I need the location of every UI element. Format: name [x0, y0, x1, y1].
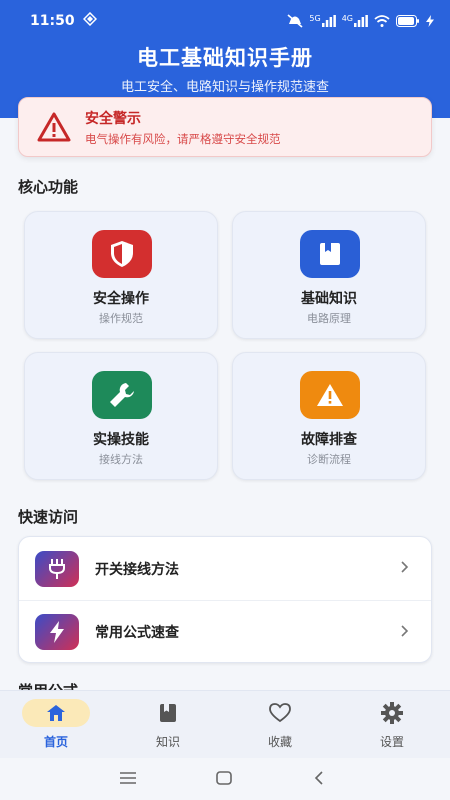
warning-title: 安全警示	[85, 110, 141, 127]
nav-item-settings[interactable]: 设置	[336, 691, 448, 759]
nav-label: 知识	[155, 735, 180, 749]
wrench-icon	[92, 371, 152, 419]
signal-5g-icon: 5G	[309, 14, 336, 27]
card-basic-knowledge[interactable]: 基础知识 电路原理	[232, 211, 426, 339]
quick-item-formulas[interactable]: 常用公式速查	[19, 600, 431, 662]
home-icon	[44, 703, 68, 723]
plug-icon	[35, 550, 79, 587]
section-title-formulas: 常用公式	[18, 680, 78, 690]
card-subtitle: 诊断流程	[307, 453, 351, 466]
quick-item-label: 开关接线方法	[95, 561, 179, 578]
warning-icon	[300, 371, 360, 419]
nav-label: 首页	[43, 735, 68, 749]
section-title-core: 核心功能	[18, 178, 79, 196]
card-subtitle: 操作规范	[99, 312, 143, 325]
lightning-icon	[35, 614, 79, 650]
shield-icon	[92, 230, 152, 278]
card-title: 基础知识	[301, 291, 357, 307]
section-title-quick: 快速访问	[18, 508, 79, 526]
card-fault-diagnosis[interactable]: 故障排查 诊断流程	[232, 352, 426, 480]
nav-label: 设置	[379, 735, 404, 749]
status-bar: 11:50 5G 4G	[0, 0, 450, 42]
card-subtitle: 电路原理	[307, 312, 351, 325]
heart-icon	[268, 703, 292, 723]
card-title: 安全操作	[93, 291, 149, 307]
nav-item-home[interactable]: 首页	[0, 691, 112, 759]
bottom-navigation: 首页 知识 收藏 设置	[0, 690, 450, 758]
card-safety-operation[interactable]: 安全操作 操作规范	[24, 211, 218, 339]
safety-warning-banner[interactable]: 安全警示 电气操作有风险，请严格遵守安全规范	[18, 97, 432, 157]
book-icon	[156, 703, 180, 723]
signal-4g-icon: 4G	[342, 15, 368, 27]
mute-icon	[287, 14, 303, 28]
nav-label: 收藏	[267, 735, 292, 749]
chevron-right-icon	[401, 561, 409, 573]
quick-access-list: 开关接线方法 常用公式速查	[18, 536, 432, 663]
charging-icon	[426, 15, 434, 27]
status-time: 11:50	[30, 13, 75, 29]
menu-icon[interactable]	[119, 770, 137, 786]
system-navigation-bar	[0, 758, 450, 800]
gear-icon	[380, 702, 404, 724]
home-square-icon[interactable]	[215, 770, 233, 786]
chevron-right-icon	[401, 625, 409, 637]
battery-icon	[396, 15, 420, 27]
warning-triangle-icon	[37, 112, 71, 142]
book-icon	[300, 230, 360, 278]
warning-description: 电气操作有风险，请严格遵守安全规范	[85, 131, 281, 146]
nav-item-favorites[interactable]: 收藏	[224, 691, 336, 759]
card-title: 故障排查	[301, 432, 357, 448]
quick-item-label: 常用公式速查	[95, 625, 179, 641]
network-5g-label: 5G	[309, 14, 321, 23]
quick-item-switch-wiring[interactable]: 开关接线方法	[19, 537, 431, 600]
card-title: 实操技能	[93, 432, 149, 448]
card-subtitle: 接线方法	[99, 453, 143, 466]
network-4g-label: 4G	[341, 14, 353, 23]
nav-item-knowledge[interactable]: 知识	[112, 691, 224, 759]
cast-icon	[82, 11, 97, 30]
app-title: 电工基础知识手册	[137, 46, 313, 70]
app-subtitle: 电工安全、电路知识与操作规范速查	[120, 80, 329, 95]
back-icon[interactable]	[312, 770, 326, 786]
wifi-icon	[374, 15, 390, 27]
card-practical-skills[interactable]: 实操技能 接线方法	[24, 352, 218, 480]
